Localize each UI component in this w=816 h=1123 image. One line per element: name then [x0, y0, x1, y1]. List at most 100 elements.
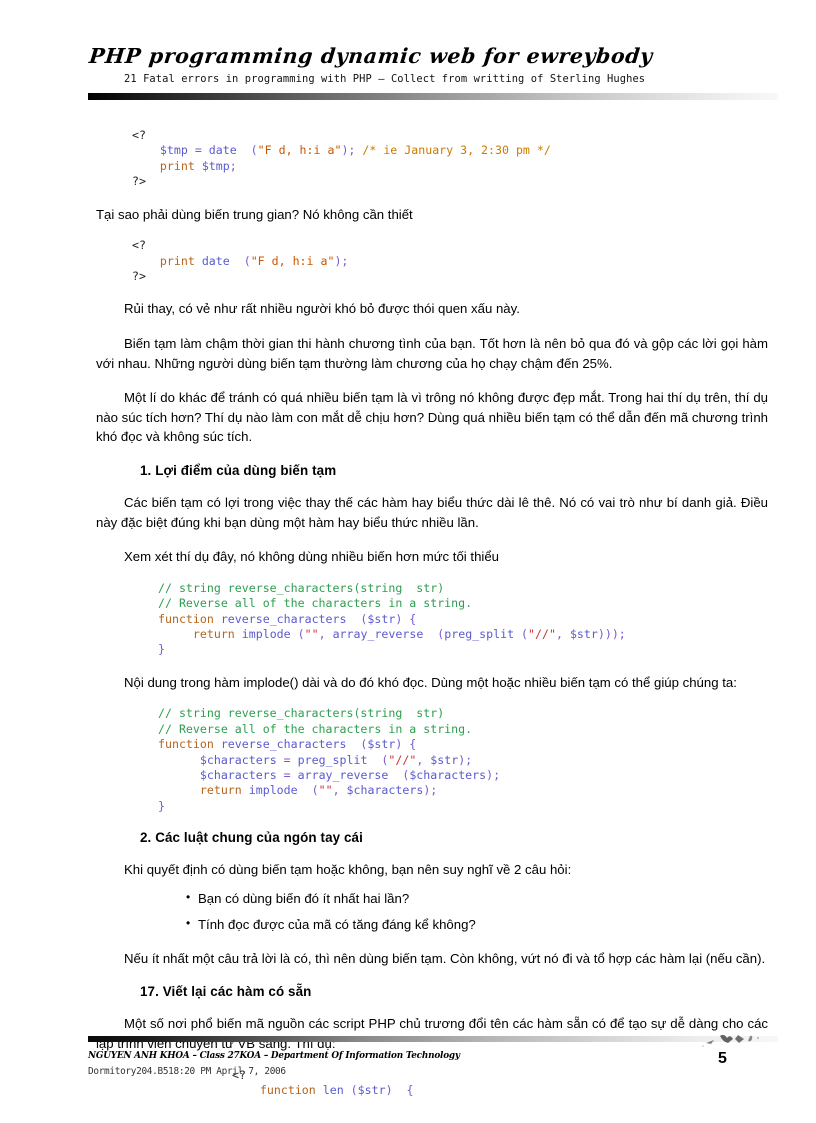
code-token: ( — [423, 627, 445, 641]
code-token: print — [159, 253, 195, 268]
code-token: ( — [343, 1083, 358, 1098]
footer-divider — [88, 1036, 778, 1042]
code-token: preg_split — [297, 752, 368, 767]
header-divider — [88, 93, 778, 100]
code-token: reverse_characters — [220, 611, 347, 626]
code-token: array_reverse — [332, 627, 424, 641]
code-token: , — [416, 752, 431, 767]
code-token: ; — [229, 158, 237, 173]
header-title: PHP programming dynamic web for ewreybod… — [88, 44, 655, 68]
code-token: $characters — [199, 768, 277, 783]
code-token: <? — [132, 128, 146, 142]
code-token: preg_split — [444, 627, 515, 641]
body-paragraph: Nếu ít nhất một câu trả lời là có, thì n… — [124, 950, 766, 966]
code-token: return — [192, 627, 235, 641]
code-token: , — [555, 627, 570, 641]
document-body: <? $tmp = date ("F d, h:i a"); /* ie Jan… — [0, 128, 816, 1098]
body-paragraph: Nội dung trong hàm implode() dài và do đ… — [124, 674, 737, 690]
code-block: <? $tmp = date ("F d, h:i a"); /* ie Jan… — [132, 128, 816, 190]
code-token: "F d, h:i a" — [250, 253, 335, 268]
code-token: = — [276, 768, 298, 783]
code-token: "//" — [528, 627, 556, 641]
code-token: ); — [458, 752, 473, 767]
code-token: date — [201, 253, 230, 268]
code-token: , — [332, 783, 347, 798]
code-token: $tmp — [201, 158, 230, 173]
code-token: // Reverse all of the characters in a st… — [158, 596, 473, 611]
code-token: array_reverse — [297, 768, 389, 783]
code-token: "//" — [388, 752, 417, 767]
code-token: = — [276, 752, 298, 767]
document-page: PHP programming dynamic web for ewreybod… — [0, 0, 816, 1123]
body-paragraph: Tại sao phải dùng biến trung gian? Nó kh… — [96, 206, 413, 222]
code-token: , — [318, 627, 333, 641]
code-token: ) { — [385, 1083, 414, 1098]
body-paragraph: Xem xét thí dụ đây, nó không dùng nhiều … — [124, 549, 499, 565]
code-token: ?> — [132, 174, 146, 189]
code-token: ( — [514, 627, 529, 641]
code-token: } — [158, 798, 165, 813]
code-token: $str — [367, 737, 396, 752]
code-block: // string reverse_characters(string str)… — [158, 706, 816, 814]
code-token: ( — [297, 783, 319, 798]
section-heading: 2. Các luật chung của ngón tay cái — [140, 830, 363, 846]
body-paragraph: Các biến tạm có lợi trong việc thay thế … — [96, 495, 768, 530]
code-token: ); — [423, 783, 438, 798]
code-token: function — [259, 1083, 316, 1098]
page-header: PHP programming dynamic web for ewreybod… — [88, 44, 778, 85]
body-paragraph: Biến tạm làm chậm thời gian thi hành chư… — [96, 336, 768, 371]
section-heading: 1. Lợi điểm của dùng biến tạm — [140, 463, 337, 478]
section-heading: 17. Viết lại các hàm có sẵn — [140, 984, 312, 1000]
page-number: 5 — [718, 1050, 727, 1067]
code-token: implode — [241, 627, 291, 641]
code-token: date — [208, 143, 237, 158]
code-token: len — [322, 1083, 344, 1098]
code-token: reverse_characters — [220, 737, 347, 752]
code-token: print — [159, 158, 195, 173]
code-token: ))); — [597, 627, 626, 641]
header-subtitle: 21 Fatal errors in programming with PHP … — [124, 73, 646, 85]
code-token: ( — [346, 611, 368, 626]
code-token: $characters — [409, 768, 487, 783]
code-token: $characters — [346, 783, 424, 798]
list-item: Tính đọc được của mã có tăng đáng kể khô… — [186, 914, 816, 934]
footer-timestamp: Dormitory204.B518:20 PM April 7, 2006 — [88, 1066, 286, 1077]
code-token: ); — [341, 143, 363, 158]
code-token: // string reverse_characters(string str) — [158, 706, 445, 721]
code-token: ); — [334, 253, 349, 268]
code-token: $tmp — [159, 143, 188, 158]
body-paragraph: Khi quyết định có dùng biến tạm hoặc khô… — [124, 862, 572, 878]
code-token: implode — [248, 783, 298, 798]
code-token: = — [187, 143, 209, 158]
list-item: Bạn có dùng biến đó ít nhất hai lần? — [186, 888, 816, 908]
footer-organization: NGUYEN ANH KHOA – Class 27KOA – Departme… — [88, 1050, 460, 1061]
code-token: return — [199, 783, 242, 798]
code-token: ( — [236, 143, 258, 158]
code-block: <? print date ("F d, h:i a"); ?> — [132, 238, 816, 284]
code-token: // Reverse all of the characters in a st… — [158, 721, 473, 736]
code-token: function — [158, 611, 214, 626]
code-token: $characters — [199, 752, 277, 767]
code-token: "" — [304, 627, 319, 641]
code-token: $str — [569, 627, 598, 641]
code-token: function — [158, 737, 214, 752]
code-token: <? — [132, 238, 146, 253]
code-token: ( — [229, 253, 251, 268]
body-paragraph: Một lí do khác để tránh có quá nhiều biế… — [96, 390, 768, 445]
code-token: // string reverse_characters(string str) — [158, 580, 445, 595]
code-token: } — [158, 642, 165, 657]
code-token: ); — [486, 768, 501, 783]
